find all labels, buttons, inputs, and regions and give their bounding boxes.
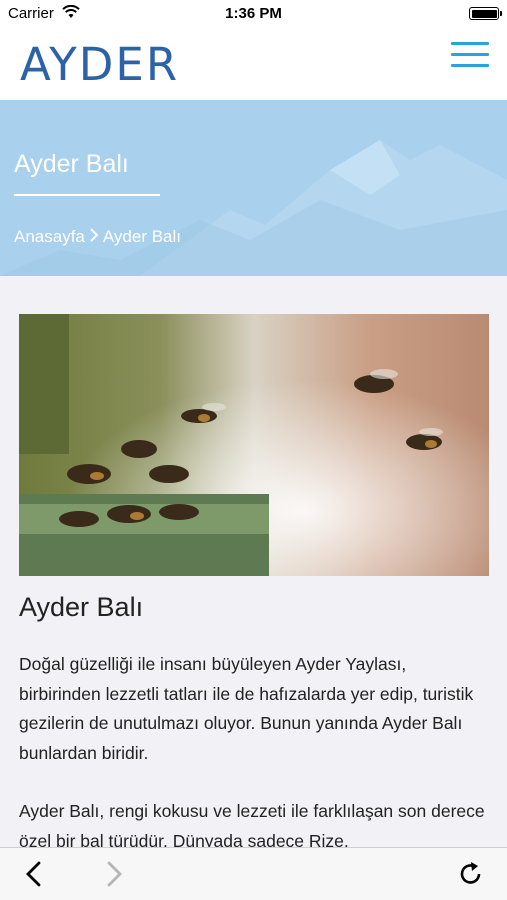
back-arrow-icon[interactable]	[20, 860, 48, 888]
article-title: Ayder Balı	[19, 592, 144, 622]
article-paragraph: Ayder Balı, rengi kokusu ve lezzeti ile …	[19, 801, 485, 847]
site-header: AYDER	[0, 26, 507, 100]
reload-icon[interactable]	[457, 860, 485, 888]
hamburger-menu-icon[interactable]	[451, 42, 489, 68]
forward-arrow-icon[interactable]	[100, 860, 128, 888]
site-logo[interactable]: AYDER	[20, 38, 179, 91]
article-paragraph: Doğal güzelliği ile insanı büyüleyen Ayd…	[19, 654, 474, 763]
main-content: Ayder Balı Doğal güzelliği ile insanı bü…	[0, 276, 507, 847]
mountain-background	[0, 140, 507, 276]
page-hero: Ayder Balı Anasayfa Ayder Balı	[0, 100, 507, 276]
article-body: Doğal güzelliği ile insanı büyüleyen Ayd…	[19, 650, 489, 847]
status-bar: Carrier 1:36 PM	[0, 0, 507, 26]
article-image	[19, 314, 489, 576]
breadcrumb-current: Ayder Balı	[102, 227, 182, 246]
clock: 1:36 PM	[225, 5, 282, 22]
browser-toolbar	[0, 847, 507, 900]
breadcrumb-home-link[interactable]: Anasayfa	[14, 227, 85, 246]
title-underline	[14, 194, 160, 196]
breadcrumb: Anasayfa Ayder Balı	[14, 227, 181, 247]
page-title: Ayder Balı	[14, 150, 129, 178]
chevron-right-icon	[89, 227, 99, 247]
battery-icon	[469, 7, 502, 20]
